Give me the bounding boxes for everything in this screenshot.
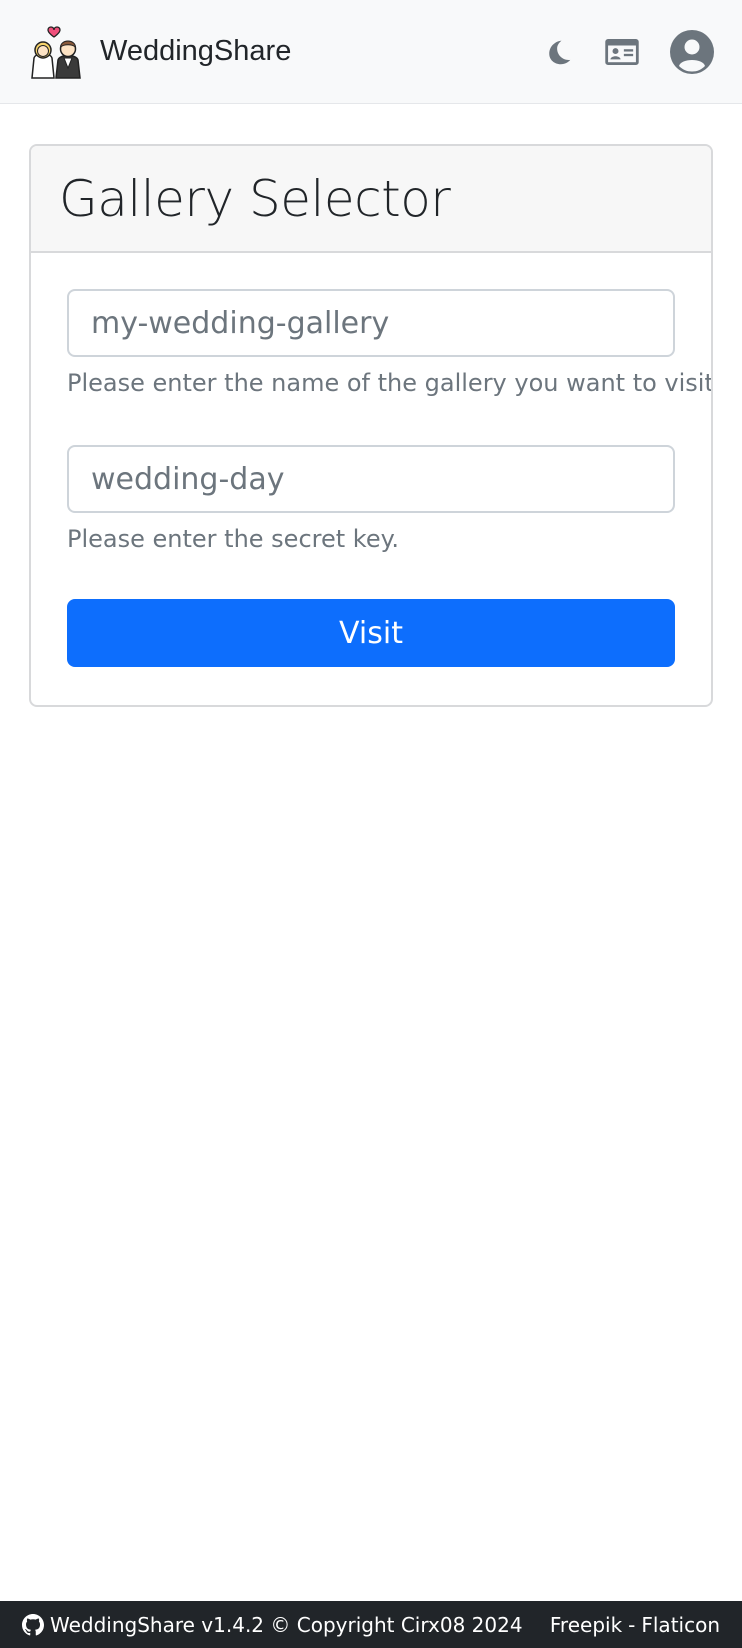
card-header: Gallery Selector	[31, 146, 711, 253]
card-body: Please enter the name of the gallery you…	[31, 253, 711, 667]
id-card-icon[interactable]	[604, 32, 640, 72]
navbar-actions	[542, 29, 714, 74]
copyright-text: WeddingShare v1.4.2 © Copyright Cirx08 2…	[50, 1612, 523, 1637]
brand-link[interactable]: WeddingShare	[28, 24, 291, 80]
credit-separator: -	[628, 1612, 636, 1637]
footer-credits: Freepik - Flaticon	[550, 1613, 720, 1637]
footer-copyright: WeddingShare v1.4.2 © Copyright Cirx08 2…	[22, 1613, 523, 1637]
visit-button[interactable]: Visit	[67, 599, 675, 667]
page-title: Gallery Selector	[59, 169, 451, 228]
secret-key-input[interactable]	[67, 445, 675, 513]
github-icon[interactable]	[22, 1613, 44, 1636]
gallery-name-group: Please enter the name of the gallery you…	[67, 289, 713, 397]
gallery-name-help: Please enter the name of the gallery you…	[67, 369, 713, 397]
user-circle-icon[interactable]	[670, 29, 714, 74]
bride-groom-logo-icon	[28, 24, 84, 80]
navbar: WeddingShare	[0, 0, 742, 104]
gallery-selector-card: Gallery Selector Please enter the name o…	[29, 144, 713, 707]
secret-key-group: Please enter the secret key.	[67, 445, 675, 553]
moon-icon[interactable]	[542, 32, 574, 72]
flaticon-link[interactable]: Flaticon	[641, 1613, 720, 1637]
gallery-name-input[interactable]	[67, 289, 675, 357]
secret-key-help: Please enter the secret key.	[67, 525, 400, 553]
freepik-link[interactable]: Freepik	[550, 1613, 622, 1637]
footer: WeddingShare v1.4.2 © Copyright Cirx08 2…	[0, 1601, 742, 1648]
brand-name: WeddingShare	[100, 35, 292, 67]
